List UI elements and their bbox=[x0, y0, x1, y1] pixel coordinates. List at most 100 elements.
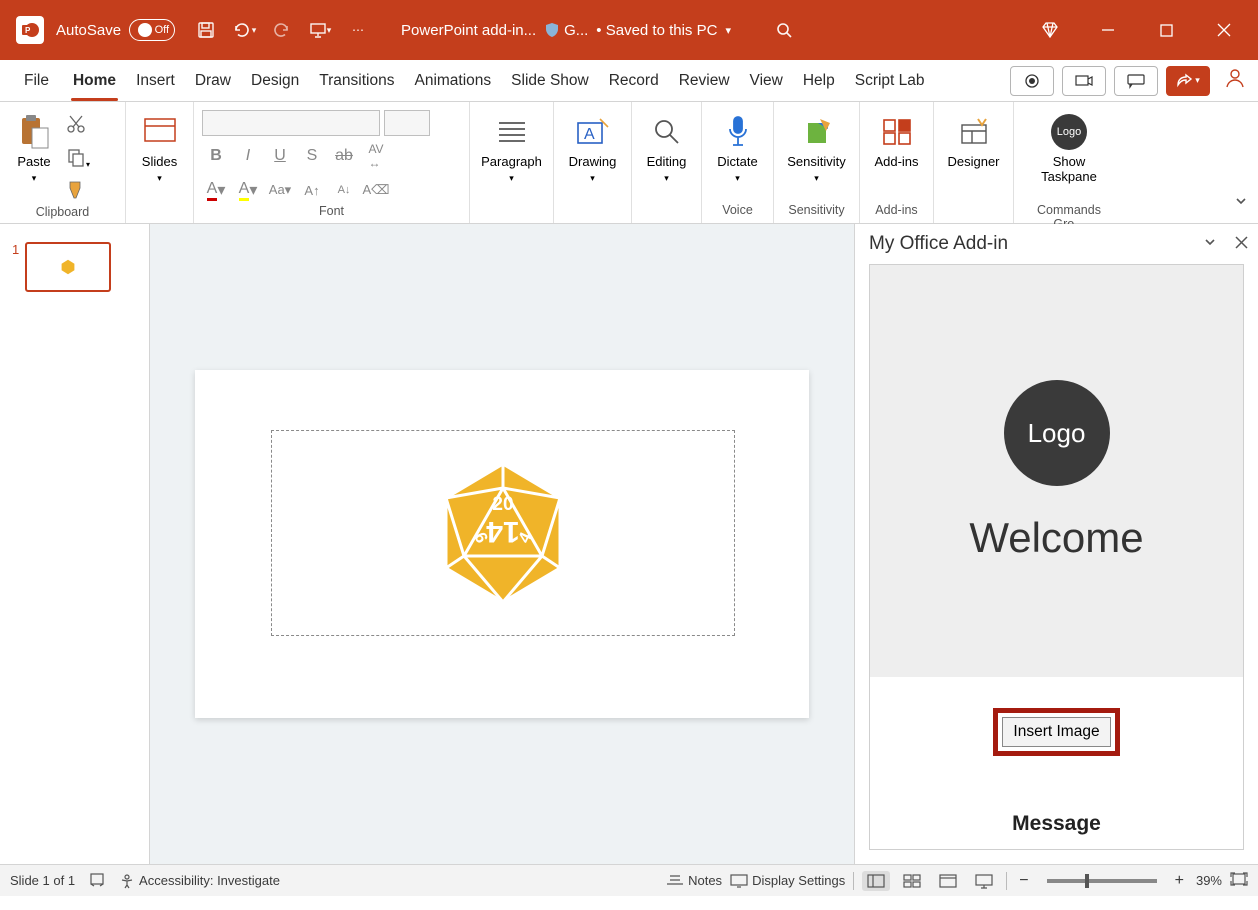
taskpane-content: Logo Welcome Insert Image Message bbox=[869, 264, 1244, 850]
autosave-control[interactable]: AutoSave Off bbox=[56, 19, 175, 41]
taskpane-logo: Logo bbox=[1004, 380, 1110, 486]
language-icon[interactable] bbox=[89, 871, 105, 890]
copy-icon[interactable]: ▾ bbox=[66, 147, 90, 172]
tab-help[interactable]: Help bbox=[793, 60, 845, 102]
underline-icon[interactable]: U bbox=[266, 142, 294, 170]
tab-transitions[interactable]: Transitions bbox=[309, 60, 404, 102]
dictate-button[interactable]: Dictate ▾ bbox=[712, 110, 764, 184]
slideshow-view-icon[interactable] bbox=[970, 871, 998, 891]
slides-button[interactable]: Slides ▾ bbox=[134, 110, 186, 184]
share-button[interactable]: ▾ bbox=[1166, 66, 1210, 96]
increase-font-icon[interactable]: A↑ bbox=[298, 176, 326, 204]
zoom-slider[interactable] bbox=[1047, 879, 1157, 883]
premium-diamond-icon[interactable] bbox=[1034, 14, 1066, 46]
editing-area: 1 20 14 6 4 bbox=[0, 224, 1258, 864]
paragraph-button[interactable]: Paragraph ▾ bbox=[481, 110, 542, 184]
tab-slideshow[interactable]: Slide Show bbox=[501, 60, 599, 102]
slide-thumbnail-pane[interactable]: 1 bbox=[0, 224, 150, 864]
slide[interactable]: 20 14 6 4 bbox=[195, 370, 809, 718]
group-clipboard: Paste ▾ ▾ Clipboard bbox=[0, 102, 126, 223]
font-color-icon[interactable]: A▾ bbox=[202, 176, 230, 204]
title-center: PowerPoint add-in... G... • Saved to thi… bbox=[401, 22, 731, 39]
comments-button[interactable] bbox=[1114, 66, 1158, 96]
qat-customize-icon[interactable]: ⋯ bbox=[345, 17, 371, 43]
tab-record[interactable]: Record bbox=[599, 60, 669, 102]
tab-view[interactable]: View bbox=[740, 60, 793, 102]
thumbnail-preview[interactable] bbox=[25, 242, 111, 292]
autosave-label: AutoSave bbox=[56, 22, 121, 39]
insert-image-button[interactable]: Insert Image bbox=[1002, 717, 1110, 747]
slide-canvas-area[interactable]: 20 14 6 4 bbox=[150, 224, 854, 864]
paste-button[interactable]: Paste ▾ bbox=[8, 110, 60, 184]
taskpane-close-icon[interactable] bbox=[1235, 233, 1248, 255]
zoom-out-icon[interactable]: − bbox=[1015, 872, 1032, 890]
title-placeholder[interactable]: 20 14 6 4 bbox=[271, 430, 735, 636]
sorter-view-icon[interactable] bbox=[898, 871, 926, 891]
bold-icon[interactable]: B bbox=[202, 142, 230, 170]
taskpane-menu-icon[interactable] bbox=[1203, 233, 1217, 255]
zoom-in-icon[interactable]: + bbox=[1171, 872, 1188, 890]
strikethrough-icon[interactable]: ab bbox=[330, 142, 358, 170]
sensitivity-icon bbox=[799, 114, 835, 150]
normal-view-icon[interactable] bbox=[862, 871, 890, 891]
tab-insert[interactable]: Insert bbox=[126, 60, 185, 102]
drawing-button[interactable]: A Drawing ▾ bbox=[567, 110, 619, 184]
decrease-font-icon[interactable]: A↓ bbox=[330, 176, 358, 204]
tab-review[interactable]: Review bbox=[669, 60, 740, 102]
format-painter-icon[interactable] bbox=[66, 180, 90, 205]
notes-button[interactable]: Notes bbox=[666, 873, 722, 888]
group-paragraph: Paragraph ▾ bbox=[470, 102, 554, 223]
highlight-icon[interactable]: A▾ bbox=[234, 176, 262, 204]
minimize-icon[interactable] bbox=[1092, 14, 1124, 46]
account-icon[interactable] bbox=[1224, 67, 1246, 94]
clear-format-icon[interactable]: A⌫ bbox=[362, 176, 390, 204]
tab-scriptlab[interactable]: Script Lab bbox=[845, 60, 935, 102]
editing-button[interactable]: Editing ▾ bbox=[641, 110, 693, 184]
close-icon[interactable] bbox=[1208, 14, 1240, 46]
teams-present-button[interactable] bbox=[1062, 66, 1106, 96]
character-spacing-icon[interactable]: AV↔ bbox=[362, 142, 390, 170]
saved-indicator[interactable]: • Saved to this PC bbox=[596, 22, 717, 39]
reading-view-icon[interactable] bbox=[934, 871, 962, 891]
cut-icon[interactable] bbox=[66, 114, 90, 139]
tab-draw[interactable]: Draw bbox=[185, 60, 241, 102]
change-case-icon[interactable]: Aa▾ bbox=[266, 176, 294, 204]
redo-icon[interactable] bbox=[269, 17, 295, 43]
group-label-font: Font bbox=[202, 204, 461, 221]
d20-dice-image[interactable]: 20 14 6 4 bbox=[438, 460, 568, 606]
thumbnail-slide-1[interactable]: 1 bbox=[12, 242, 137, 292]
tab-animations[interactable]: Animations bbox=[404, 60, 501, 102]
doc-title[interactable]: PowerPoint add-in... bbox=[401, 22, 536, 39]
chevron-down-icon[interactable]: ▾ bbox=[725, 24, 731, 37]
italic-icon[interactable]: I bbox=[234, 142, 262, 170]
fit-to-window-icon[interactable] bbox=[1230, 872, 1248, 889]
shield-icon[interactable]: G... bbox=[544, 22, 588, 39]
zoom-percent[interactable]: 39% bbox=[1196, 873, 1222, 888]
save-icon[interactable] bbox=[193, 17, 219, 43]
autosave-toggle[interactable]: Off bbox=[129, 19, 175, 41]
slide-count[interactable]: Slide 1 of 1 bbox=[10, 873, 75, 888]
tab-design[interactable]: Design bbox=[241, 60, 309, 102]
present-icon[interactable]: ▾ bbox=[307, 17, 333, 43]
font-size-combo[interactable] bbox=[384, 110, 430, 136]
collapse-ribbon-icon[interactable] bbox=[1234, 194, 1248, 213]
tab-file[interactable]: File bbox=[14, 60, 63, 102]
maximize-icon[interactable] bbox=[1150, 14, 1182, 46]
addins-button[interactable]: Add-ins bbox=[871, 110, 923, 169]
show-taskpane-button[interactable]: Logo Show Taskpane bbox=[1041, 110, 1097, 184]
font-family-combo[interactable] bbox=[202, 110, 380, 136]
group-slides: Slides ▾ bbox=[126, 102, 194, 223]
group-label-clipboard: Clipboard bbox=[8, 205, 117, 221]
sensitivity-button[interactable]: Sensitivity ▾ bbox=[787, 110, 846, 184]
undo-icon[interactable]: ▾ bbox=[231, 17, 257, 43]
shadow-icon[interactable]: S bbox=[298, 142, 326, 170]
display-settings-button[interactable]: Display Settings bbox=[730, 873, 845, 888]
group-designer: Designer bbox=[934, 102, 1014, 223]
search-icon[interactable] bbox=[771, 17, 797, 43]
designer-button[interactable]: Designer bbox=[947, 110, 999, 169]
find-icon bbox=[649, 114, 685, 150]
tab-home[interactable]: Home bbox=[63, 60, 126, 102]
accessibility-status[interactable]: Accessibility: Investigate bbox=[119, 873, 280, 889]
group-label-voice: Voice bbox=[710, 203, 765, 221]
record-button[interactable] bbox=[1010, 66, 1054, 96]
